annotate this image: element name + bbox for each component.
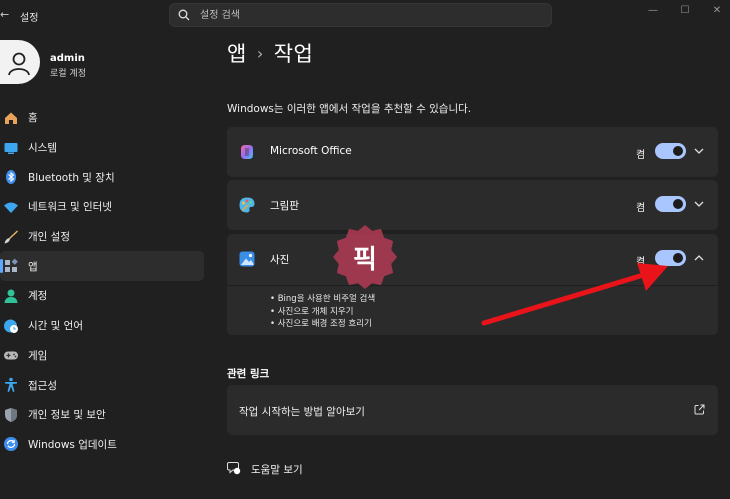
sidebar-item-label: 홈: [28, 112, 38, 125]
sidebar-item-home[interactable]: 홈: [0, 103, 204, 133]
sidebar-item-label: 네트워크 및 인터넷: [28, 201, 112, 214]
toggle-state-label: 켬: [636, 150, 646, 161]
person-icon: [3, 288, 19, 304]
update-icon: [3, 436, 19, 452]
sidebar-item-personalization[interactable]: 개인 설정: [0, 222, 204, 252]
toggle-state-label: 켬: [636, 203, 646, 214]
sidebar-item-privacy-security[interactable]: 개인 정보 및 보안: [0, 400, 204, 430]
minimize-button[interactable]: —: [638, 0, 668, 20]
monitor-icon: [3, 140, 19, 156]
sidebar-item-label: 개인 정보 및 보안: [28, 409, 106, 422]
external-link-icon: [694, 404, 705, 415]
sidebar-item-label: Bluetooth 및 장치: [28, 171, 115, 184]
sidebar-nav: 홈 시스템 Bluetooth 및 장치 네트워크 및 인터넷 개인 설정 앱: [0, 103, 206, 459]
toggle-knob: [673, 199, 683, 209]
related-link-getting-started[interactable]: 작업 시작하는 방법 알아보기: [227, 385, 718, 435]
sidebar-item-label: 시간 및 언어: [28, 320, 83, 333]
accessibility-icon: [3, 377, 19, 393]
search-input[interactable]: [200, 7, 540, 23]
shield-icon: [3, 407, 19, 423]
related-link-label: 작업 시작하는 방법 알아보기: [239, 406, 365, 418]
app-title: 설정: [20, 13, 39, 24]
user-avatar-icon: [8, 52, 30, 76]
app-card-header[interactable]: 사진 켬: [227, 234, 718, 284]
sidebar-item-label: 앱: [28, 260, 38, 273]
clock-globe-icon: [3, 318, 19, 334]
app-actions-panel: • Bing을 사용한 비주얼 검색 • 사진으로 개체 지우기 • 사진으로 …: [227, 285, 718, 329]
list-item: • 사진으로 개체 지우기: [270, 306, 354, 317]
sidebar-item-time-language[interactable]: 시간 및 언어: [0, 311, 204, 341]
sidebar-item-gaming[interactable]: 게임: [0, 341, 204, 371]
intro-text: Windows는 이러한 앱에서 작업을 추천할 수 있습니다.: [227, 103, 472, 115]
toggle-knob: [673, 253, 683, 263]
sidebar-item-system[interactable]: 시스템: [0, 133, 204, 163]
app-toggle-switch[interactable]: [655, 250, 686, 266]
search-box[interactable]: [169, 3, 552, 27]
brush-icon: [3, 229, 19, 245]
breadcrumb-separator: ›: [256, 44, 264, 63]
app-name: 그림판: [270, 200, 299, 212]
page-title: 작업: [273, 42, 314, 66]
avatar: [0, 40, 40, 84]
title-bar: ← 설정 — ☐ ✕: [0, 0, 730, 32]
app-toggle-switch[interactable]: [655, 196, 686, 212]
search-icon: [178, 9, 190, 21]
action-list: • Bing을 사용한 비주얼 검색 • 사진으로 개체 지우기 • 사진으로 …: [270, 293, 375, 331]
sidebar-item-windows-update[interactable]: Windows 업데이트: [0, 430, 204, 460]
photos-icon: [239, 251, 255, 267]
maximize-button[interactable]: ☐: [670, 0, 700, 20]
sidebar-item-accessibility[interactable]: 접근성: [0, 370, 204, 400]
help-chat-icon: [227, 462, 241, 475]
sidebar-item-bluetooth[interactable]: Bluetooth 및 장치: [0, 162, 204, 192]
sidebar-item-label: 시스템: [28, 142, 57, 155]
sidebar-item-label: Windows 업데이트: [28, 438, 117, 451]
back-button[interactable]: ←: [0, 8, 10, 22]
app-card-header[interactable]: 그림판 켬: [227, 180, 718, 230]
office-icon: [241, 145, 253, 159]
close-button[interactable]: ✕: [702, 0, 730, 20]
app-card-paint: 그림판 켬: [227, 180, 718, 230]
app-card-microsoft-office: Microsoft Office 켬: [227, 127, 718, 177]
app-name: Microsoft Office: [270, 145, 352, 157]
sidebar-item-label: 게임: [28, 349, 48, 362]
paint-icon: [239, 197, 255, 213]
app-card-header[interactable]: Microsoft Office 켬: [227, 127, 718, 177]
app-name: 사진: [270, 254, 290, 266]
sidebar-item-label: 계정: [28, 290, 48, 303]
sidebar-item-label: 개인 설정: [28, 231, 70, 244]
app-toggle-switch[interactable]: [655, 143, 686, 159]
related-links-title: 관련 링크: [227, 368, 270, 380]
wifi-icon: [3, 199, 19, 215]
sidebar-item-accounts[interactable]: 계정: [0, 281, 204, 311]
sidebar-item-apps[interactable]: 앱: [0, 251, 204, 282]
list-item: • 사진으로 배경 조정 흐리기: [270, 319, 372, 329]
profile-name: admin: [50, 53, 85, 64]
bluetooth-icon: [3, 169, 19, 185]
watermark-text: 픽: [353, 244, 377, 275]
breadcrumb: 앱 › 작업: [227, 38, 313, 68]
toggle-state-label: 켬: [636, 257, 646, 268]
toggle-knob: [673, 146, 683, 156]
sidebar-item-network[interactable]: 네트워크 및 인터넷: [0, 192, 204, 222]
get-help-label: 도움말 보기: [251, 464, 303, 476]
gamepad-icon: [3, 347, 19, 363]
list-item: • Bing을 사용한 비주얼 검색: [270, 294, 376, 304]
chevron-down-icon[interactable]: [693, 145, 705, 157]
chevron-up-icon[interactable]: [693, 252, 705, 264]
chevron-down-icon[interactable]: [693, 198, 705, 210]
app-card-photos: 사진 켬 • Bing을 사용한 비주얼 검색 • 사진으로 개체 지우기 • …: [227, 234, 718, 335]
breadcrumb-parent[interactable]: 앱: [227, 42, 247, 66]
home-icon: [3, 110, 19, 126]
apps-icon: [3, 258, 19, 274]
sidebar-item-label: 접근성: [28, 379, 57, 392]
get-help-link[interactable]: 도움말 보기: [227, 460, 347, 478]
profile-account-type: 로컬 계정: [50, 69, 86, 79]
